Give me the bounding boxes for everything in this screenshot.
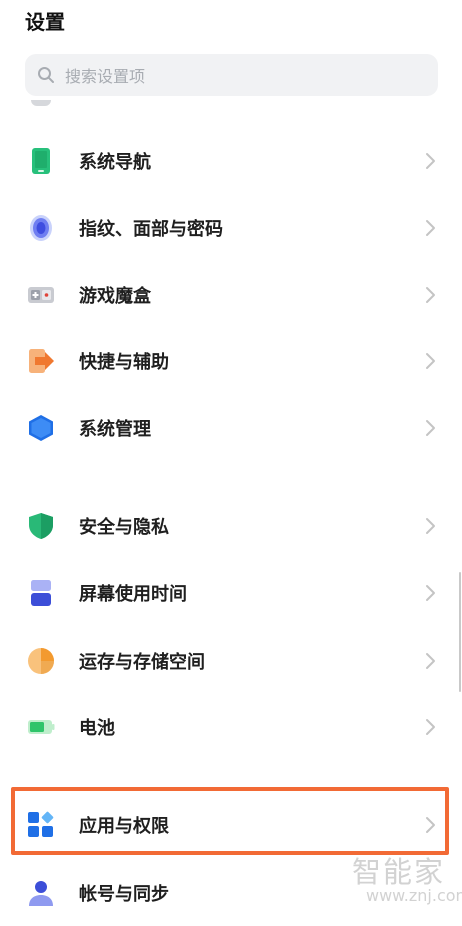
chevron-right-icon <box>426 353 435 369</box>
battery-icon <box>28 720 55 734</box>
game-box-icon <box>28 287 54 303</box>
menu-item-label: 帐号与同步 <box>79 884 169 905</box>
scrollbar[interactable] <box>459 572 461 692</box>
menu-item-label: 系统导航 <box>79 152 151 173</box>
highlight-box <box>11 787 449 855</box>
menu-item-battery[interactable]: 电池 <box>0 694 462 760</box>
search-input[interactable]: 搜索设置项 <box>25 54 438 96</box>
menu-item-screen-time[interactable]: 屏幕使用时间 <box>0 560 462 626</box>
page-title: 设置 <box>25 10 65 34</box>
hourglass-icon <box>31 580 51 606</box>
shield-icon <box>29 513 53 539</box>
account-icon <box>29 881 53 906</box>
chevron-right-icon <box>426 653 435 669</box>
menu-item-label: 屏幕使用时间 <box>79 584 187 605</box>
storage-pie-icon <box>28 648 54 674</box>
partial-settings-icon <box>31 100 51 106</box>
menu-item-fingerprint-face-password[interactable]: 指纹、面部与密码 <box>0 195 462 261</box>
hexagon-system-icon <box>29 415 53 441</box>
chevron-right-icon <box>426 287 435 303</box>
menu-item-system-navigation[interactable]: 系统导航 <box>0 128 462 194</box>
fingerprint-icon <box>30 215 52 241</box>
menu-item-label: 快捷与辅助 <box>79 352 169 373</box>
chevron-right-icon <box>426 220 435 236</box>
watermark-url: www.znj.com <box>366 886 462 905</box>
menu-item-label: 游戏魔盒 <box>79 286 151 307</box>
watermark-logo-text: 智能家 <box>352 855 446 889</box>
phone-navigation-icon <box>32 148 50 174</box>
chevron-right-icon <box>426 719 435 735</box>
menu-item-label: 指纹、面部与密码 <box>79 219 223 240</box>
watermark: 智能家 www.znj.com <box>346 847 462 913</box>
search-placeholder: 搜索设置项 <box>65 67 146 86</box>
menu-item-memory-storage[interactable]: 运存与存储空间 <box>0 628 462 694</box>
menu-item-system-management[interactable]: 系统管理 <box>0 395 462 461</box>
chevron-right-icon <box>426 585 435 601</box>
search-icon <box>38 67 54 83</box>
chevron-right-icon <box>426 420 435 436</box>
menu-item-label: 安全与隐私 <box>79 517 169 538</box>
shortcut-arrow-icon <box>29 349 54 373</box>
menu-item-game-box[interactable]: 游戏魔盒 <box>0 262 462 328</box>
chevron-right-icon <box>426 153 435 169</box>
chevron-right-icon <box>426 518 435 534</box>
menu-item-label: 运存与存储空间 <box>79 652 205 673</box>
menu-item-shortcuts-accessibility[interactable]: 快捷与辅助 <box>0 328 462 394</box>
menu-item-label: 电池 <box>79 718 115 739</box>
menu-item-label: 系统管理 <box>79 419 151 440</box>
menu-item-security-privacy[interactable]: 安全与隐私 <box>0 493 462 559</box>
